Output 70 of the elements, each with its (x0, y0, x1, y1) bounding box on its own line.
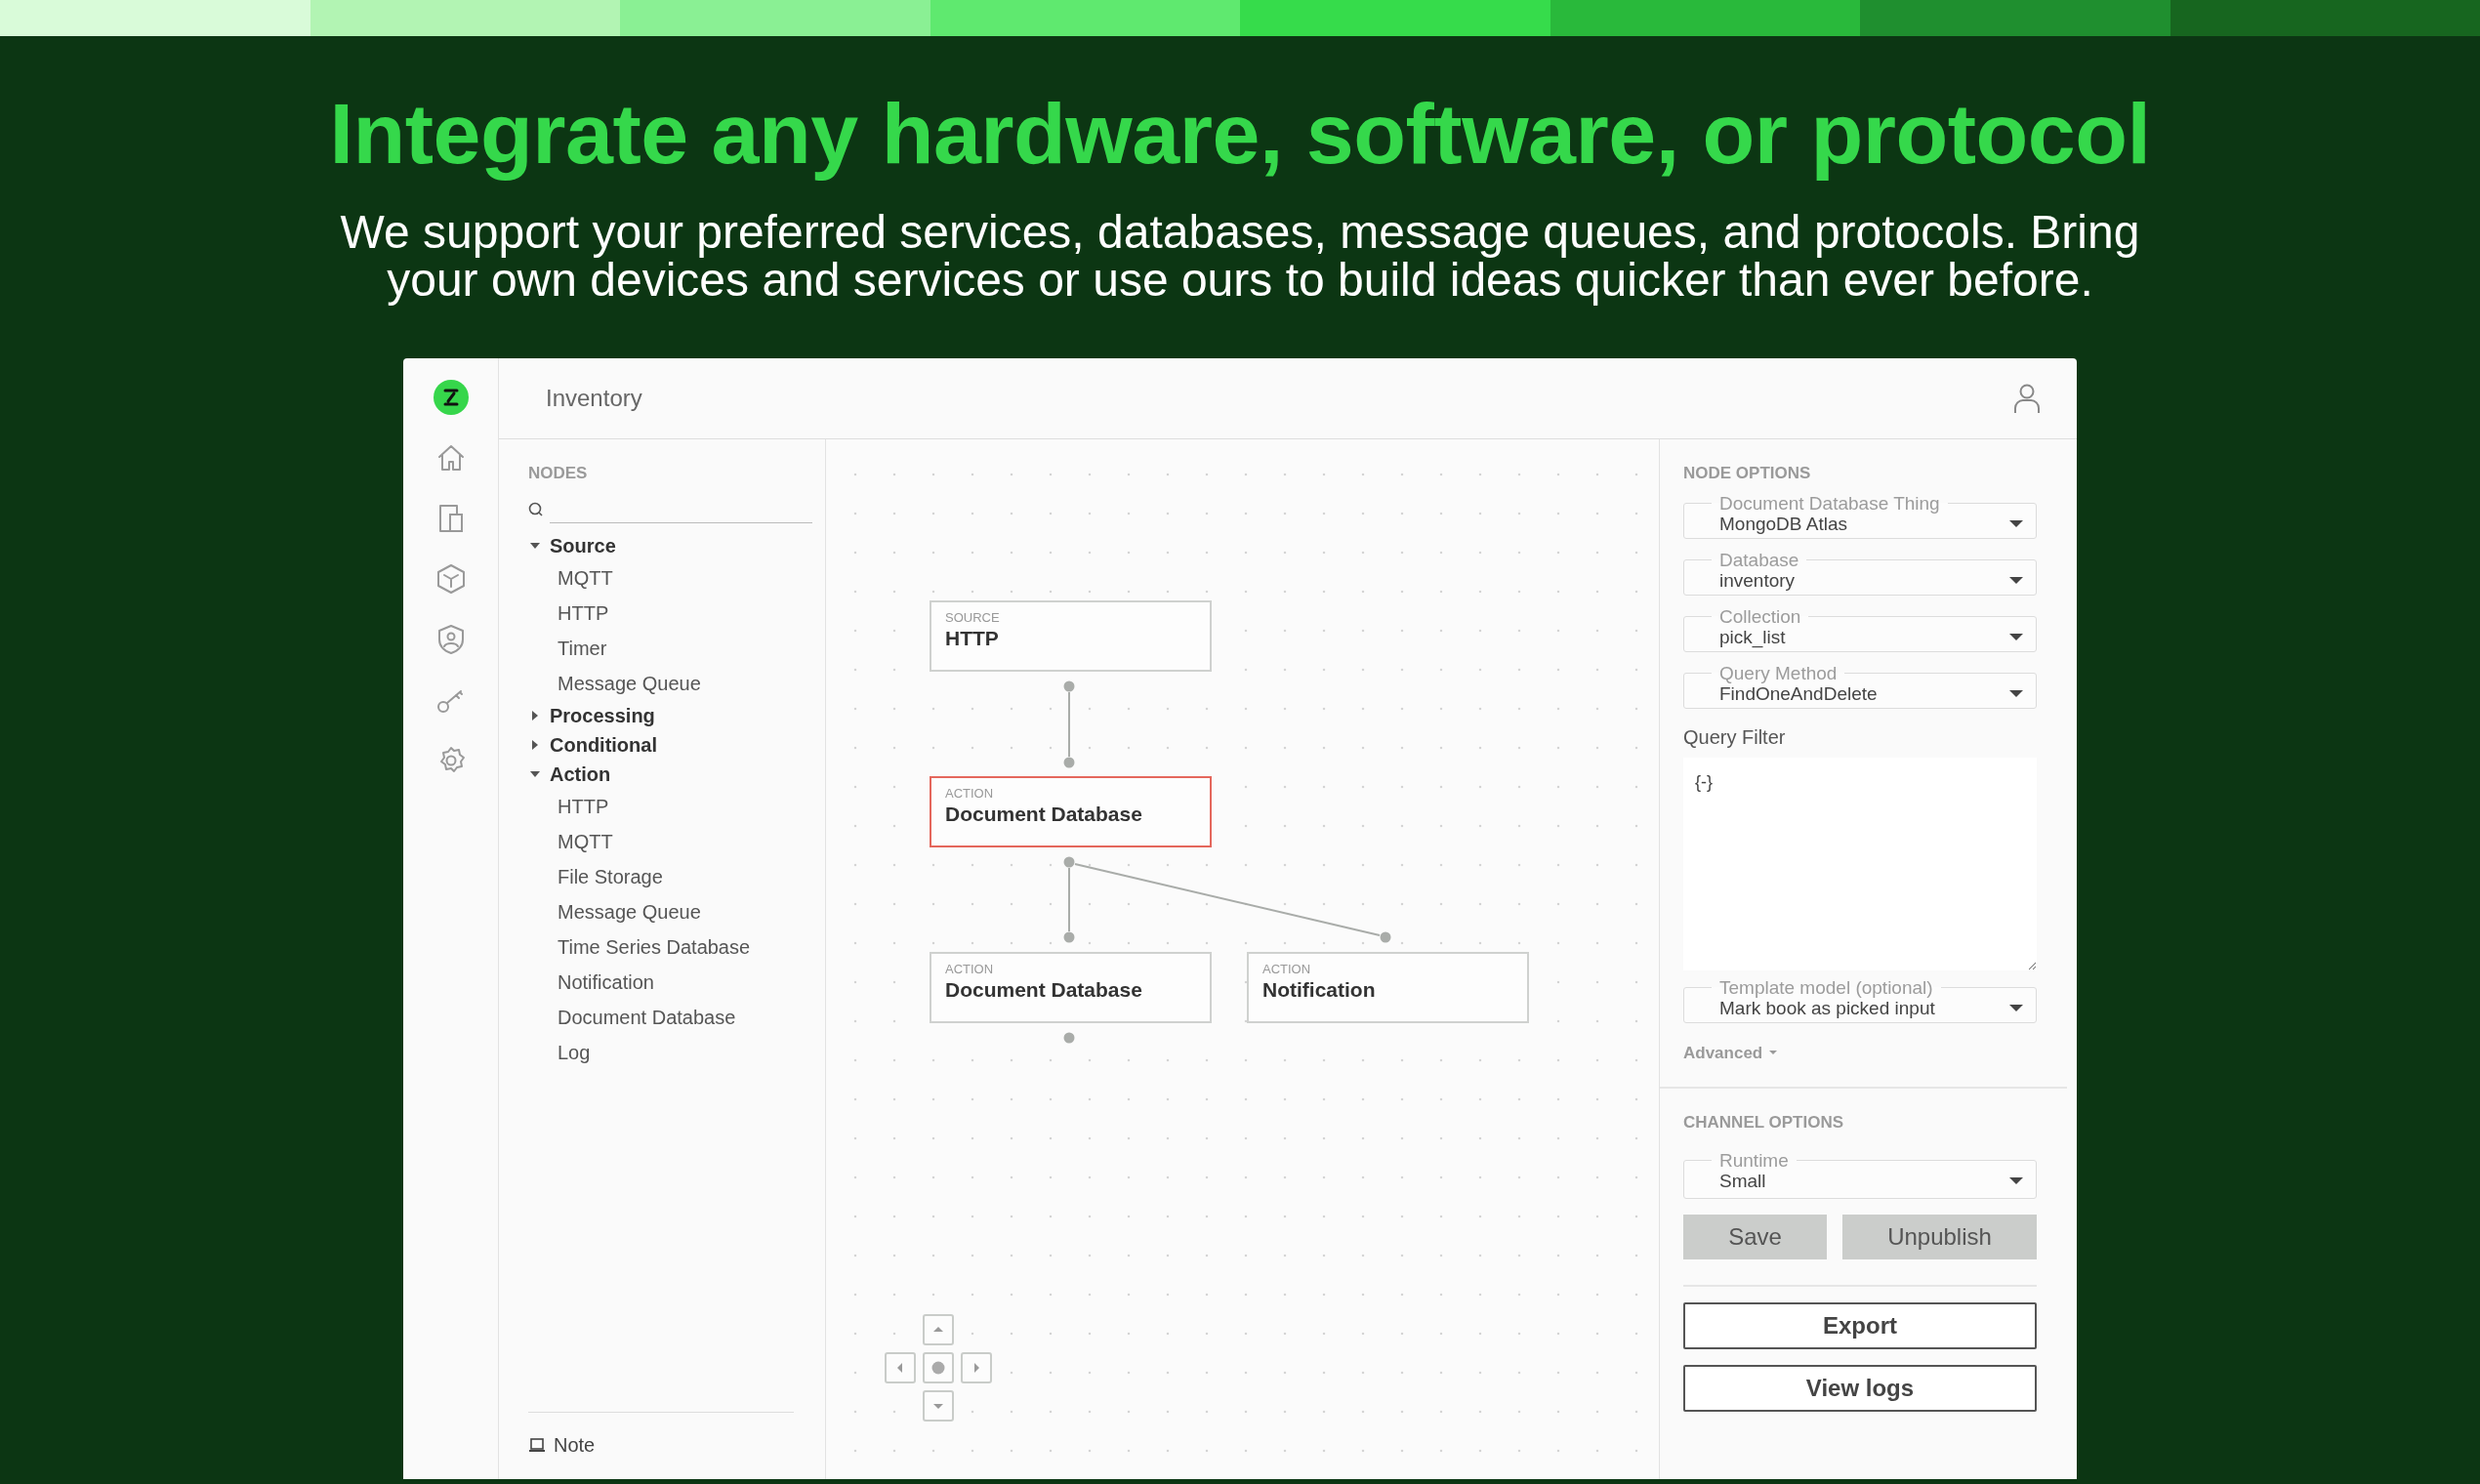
node-category: SOURCE (945, 610, 1001, 626)
caret-icon (1768, 1050, 1779, 1056)
node-category: ACTION (1262, 962, 1312, 977)
tree-group-label[interactable]: Conditional (550, 729, 657, 760)
port-dot[interactable] (1063, 931, 1075, 943)
tree-group-label[interactable]: Action (550, 759, 611, 789)
caret-icon (2008, 1176, 2024, 1185)
logo-icon[interactable] (433, 380, 469, 415)
tree-item[interactable]: MQTT (528, 559, 794, 596)
recenter-button[interactable] (923, 1352, 954, 1383)
flow-node[interactable]: ACTION Notification (1247, 952, 1529, 1023)
caret-icon (2008, 689, 2024, 698)
port-dot[interactable] (1063, 856, 1075, 868)
pan-up-button[interactable] (923, 1314, 954, 1345)
section-heading: CHANNEL OPTIONS (1683, 1112, 1845, 1134)
field-label: Collection (1718, 606, 1802, 627)
tree-item[interactable]: HTTP (528, 595, 794, 631)
field-label: Runtime (1718, 1150, 1790, 1171)
node-category: ACTION (945, 786, 995, 802)
port-dot[interactable] (1063, 757, 1075, 768)
tree-item[interactable]: Notification (528, 964, 794, 1000)
node-title: Document Database (945, 977, 1143, 1003)
tree-item[interactable]: HTTP (528, 788, 794, 824)
port-dot[interactable] (1063, 680, 1075, 692)
export-button[interactable]: Export (1683, 1301, 2037, 1349)
node-category: ACTION (945, 962, 995, 977)
port-dot[interactable] (1063, 1032, 1075, 1044)
headline: Integrate any hardware, software, or protocol (329, 84, 2151, 184)
caret-icon (2008, 633, 2024, 641)
flow-node[interactable]: ACTION Document Database (930, 952, 1212, 1023)
pan-right-button[interactable] (961, 1352, 992, 1383)
connector-line (1068, 867, 1070, 932)
tree-item[interactable]: MQTT (528, 823, 794, 859)
page-title: Inventory (546, 384, 642, 413)
user-icon[interactable] (2012, 383, 2042, 414)
node-title: Document Database (945, 802, 1143, 827)
section-heading: NODE OPTIONS (1683, 463, 1812, 484)
caret-icon (2008, 576, 2024, 585)
tree-item[interactable]: Message Queue (528, 665, 794, 701)
view-logs-button[interactable]: View logs (1683, 1364, 2037, 1412)
port-dot[interactable] (1380, 931, 1391, 943)
connector-line (1068, 691, 1070, 758)
field-label: Document Database Thing (1718, 493, 1941, 514)
laptop-icon (528, 1437, 546, 1453)
subheadline: We support your preferred services, databases, message queues, and protocols. Bring your own devices and services or use ours to build ideas quicker than ever before. (339, 208, 2141, 304)
search-icon (528, 501, 544, 517)
flow-node[interactable]: ACTION Document Database (930, 776, 1212, 847)
caret-icon (2008, 519, 2024, 528)
tree-item[interactable]: Timer (528, 630, 794, 666)
tree-item[interactable]: Document Database (528, 999, 794, 1035)
dot-icon (931, 1361, 945, 1375)
flow-node[interactable]: SOURCE HTTP (930, 600, 1212, 672)
pan-left-button[interactable] (885, 1352, 916, 1383)
field-label: Query Filter (1683, 724, 1787, 750)
note-label[interactable]: Note (554, 1430, 596, 1460)
tree-group-label[interactable]: Source (550, 530, 616, 560)
node-title: HTTP (945, 626, 1000, 651)
field-label: Query Method (1718, 663, 1839, 683)
field-label: Template model (optional) (1718, 977, 1934, 998)
tree-item[interactable]: Log (528, 1034, 794, 1070)
field-label: Database (1718, 550, 1800, 570)
node-title: Notification (1262, 977, 1377, 1003)
section-heading: NODES (528, 463, 589, 484)
tree-group-label[interactable]: Processing (550, 700, 655, 730)
query-filter-field[interactable]: {-} (1683, 757, 2037, 970)
caret-icon (2008, 1004, 2024, 1012)
tree-item[interactable]: File Storage (528, 858, 794, 894)
tree-item[interactable]: Time Series Database (528, 928, 794, 965)
tree-item[interactable]: Message Queue (528, 893, 794, 929)
pan-down-button[interactable] (923, 1390, 954, 1422)
